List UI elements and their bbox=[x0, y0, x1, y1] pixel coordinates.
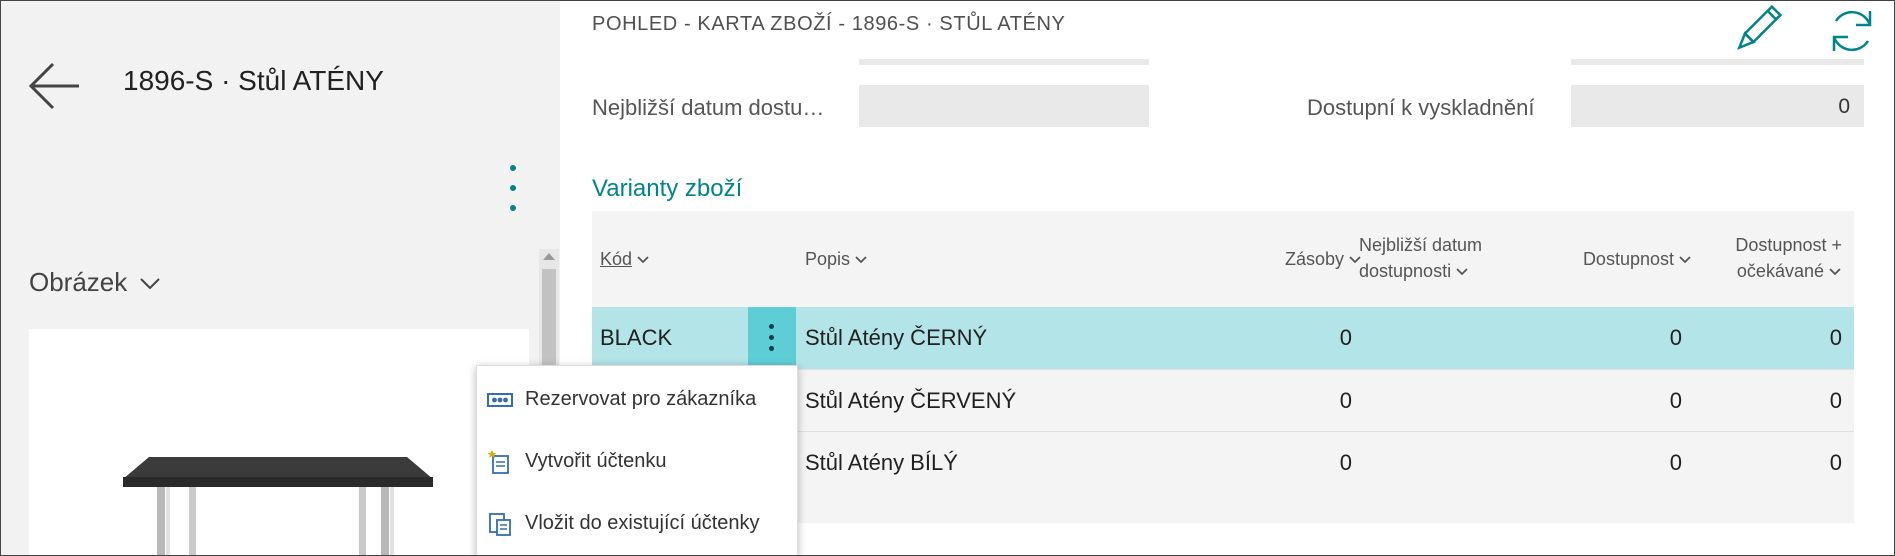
table-row[interactable]: BLACK Stůl Atény ČERNÝ 0 0 0 bbox=[592, 307, 1854, 369]
cell-inventory[interactable]: 0 bbox=[1242, 388, 1352, 414]
pencil-icon bbox=[1737, 4, 1783, 50]
chevron-down-icon bbox=[855, 256, 867, 264]
dot bbox=[510, 205, 516, 211]
column-header-label: dostupnosti bbox=[1359, 261, 1452, 281]
column-header-label: Nejbližší datum bbox=[1359, 235, 1483, 255]
column-header-avail-expected[interactable]: Dostupnost + očekávané bbox=[1692, 211, 1842, 307]
menu-item-label: Vložit do existující účtenky bbox=[525, 512, 760, 534]
cell-inventory[interactable]: 0 bbox=[1242, 450, 1352, 476]
column-header-label: Dostupnost bbox=[1582, 249, 1674, 269]
column-header-next-date[interactable]: Nejbližší datum dostupnosti bbox=[1351, 211, 1511, 307]
column-header-label: očekávané bbox=[1736, 261, 1824, 281]
cell-code: BLACK bbox=[600, 325, 673, 350]
arrow-left-icon bbox=[28, 62, 79, 110]
dot bbox=[769, 324, 774, 329]
dot bbox=[769, 346, 774, 351]
new-receipt-icon bbox=[487, 450, 509, 474]
view-title: POHLED - KARTA ZBOŽÍ - 1896-S · STŮL ATÉ… bbox=[592, 13, 1066, 35]
column-header-code[interactable]: Kód bbox=[600, 211, 740, 307]
column-header-label: Zásoby bbox=[1284, 249, 1344, 269]
cell-inventory[interactable]: 0 bbox=[1242, 325, 1352, 351]
cell-description[interactable]: Stůl Atény ČERVENÝ bbox=[805, 388, 1016, 414]
available-to-pick-field[interactable]: 0 bbox=[1571, 85, 1864, 127]
reserve-icon bbox=[487, 393, 513, 407]
column-header-inventory[interactable]: Zásoby bbox=[1242, 211, 1362, 307]
column-header-availability[interactable]: Dostupnost bbox=[1552, 211, 1692, 307]
refresh-button[interactable] bbox=[1826, 5, 1878, 57]
menu-item-insert-existing-receipt[interactable]: Vložit do existující účtenky bbox=[477, 494, 797, 552]
chevron-down-icon bbox=[139, 278, 160, 290]
picture-section-label: Obrázek bbox=[29, 267, 128, 297]
cell-avail-expected[interactable]: 0 bbox=[1692, 325, 1842, 351]
chevron-down-icon bbox=[637, 256, 649, 264]
more-options-button[interactable] bbox=[498, 163, 528, 219]
cell-avail-expected[interactable]: 0 bbox=[1692, 388, 1842, 414]
scroll-thumb[interactable] bbox=[542, 269, 556, 369]
chevron-down-icon bbox=[1456, 268, 1468, 276]
next-availability-label: Nejbližší datum dostu… bbox=[592, 95, 825, 120]
cell-availability[interactable]: 0 bbox=[1552, 388, 1682, 414]
dot bbox=[510, 165, 516, 171]
scroll-up-icon[interactable] bbox=[543, 253, 555, 260]
dot bbox=[769, 335, 774, 340]
next-availability-field[interactable] bbox=[859, 85, 1149, 127]
chevron-down-icon bbox=[1829, 268, 1841, 276]
cell-description[interactable]: Stůl Atény BÍLÝ bbox=[805, 450, 958, 476]
chevron-down-icon bbox=[1679, 256, 1691, 264]
column-header-label: Kód bbox=[600, 249, 633, 269]
page-heading: 1896-S · Stůl ATÉNY bbox=[123, 65, 384, 96]
menu-item-label: Vytvořit účtenku bbox=[525, 450, 667, 472]
row-actions-button[interactable] bbox=[748, 307, 796, 369]
cell-availability[interactable]: 0 bbox=[1552, 450, 1682, 476]
item-picture bbox=[29, 329, 529, 555]
menu-item-create-receipt[interactable]: Vytvořit účtenku bbox=[477, 432, 797, 490]
menu-item-label: Rezervovat pro zákazníka bbox=[525, 388, 757, 410]
cell-availability[interactable]: 0 bbox=[1552, 325, 1682, 351]
dot bbox=[510, 185, 516, 191]
insert-receipt-icon bbox=[489, 513, 511, 536]
row-context-menu: Rezervovat pro zákazníka Vytvořit účtenk… bbox=[476, 365, 798, 555]
picture-section-toggle[interactable]: Obrázek bbox=[29, 267, 161, 298]
back-button[interactable] bbox=[27, 61, 83, 111]
field-stub bbox=[859, 59, 1149, 65]
column-header-label: Dostupnost + bbox=[1735, 235, 1842, 255]
menu-item-reserve-for-customer[interactable]: Rezervovat pro zákazníka bbox=[477, 370, 797, 428]
app-window: 1896-S · Stůl ATÉNY Obrázek POHLED - KAR… bbox=[0, 0, 1895, 556]
available-to-pick-label: Dostupní k vyskladnění bbox=[1307, 95, 1535, 120]
cell-avail-expected[interactable]: 0 bbox=[1692, 450, 1842, 476]
cell-description[interactable]: Stůl Atény ČERNÝ bbox=[805, 325, 987, 351]
field-stub bbox=[1571, 59, 1864, 65]
refresh-icon bbox=[1832, 10, 1872, 52]
edit-button[interactable] bbox=[1732, 4, 1783, 55]
column-header-label: Popis bbox=[805, 249, 851, 269]
variants-section-title[interactable]: Varianty zboží bbox=[592, 175, 742, 203]
table-image bbox=[123, 457, 433, 555]
column-header-description[interactable]: Popis bbox=[805, 211, 1105, 307]
